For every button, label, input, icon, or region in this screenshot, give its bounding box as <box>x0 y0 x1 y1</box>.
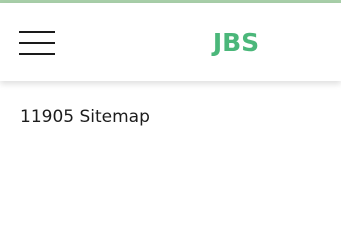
page-title: 11905 Sitemap <box>20 107 150 127</box>
site-logo[interactable]: JBS <box>205 28 267 58</box>
site-header: JBS <box>0 3 341 81</box>
menu-bar-middle <box>19 42 55 44</box>
hamburger-menu-icon[interactable] <box>19 30 55 56</box>
menu-bar-bottom <box>19 53 55 55</box>
menu-bar-top <box>19 31 55 33</box>
